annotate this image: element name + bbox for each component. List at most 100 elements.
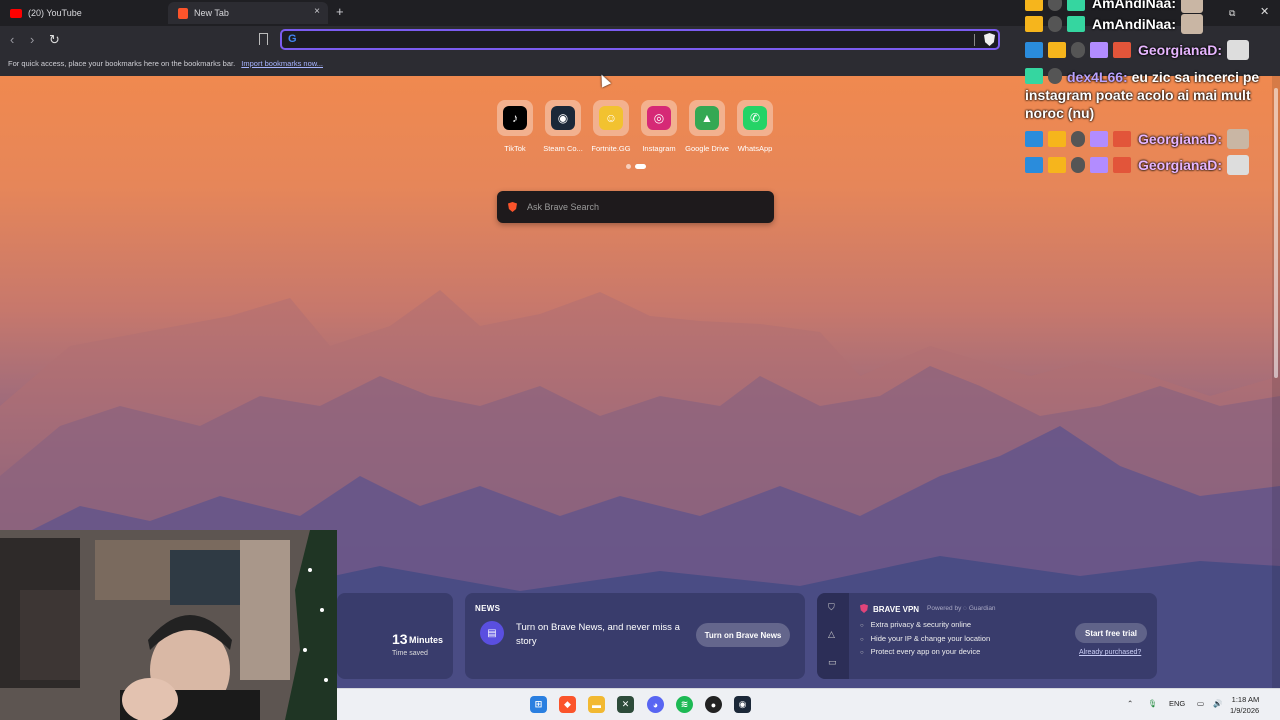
emote-icon [1227, 40, 1250, 60]
url-divider [974, 34, 975, 46]
clock-time: 1:18 AM [1231, 695, 1260, 704]
network-icon[interactable]: ▭ [1197, 699, 1204, 708]
gift-badge-icon [1090, 157, 1108, 173]
steam-icon[interactable]: ◉ [734, 696, 751, 713]
top-site-icon-frame: ◉ [545, 100, 581, 136]
windows-taskbar: ⊞ ◆ ▬ ✕ ◕ ≋ ● ◉ ⌃ 🎙 ENG ▭ 🔊 1:18 AM 1/9/… [337, 688, 1280, 720]
vpn-feature: Extra privacy & security online [860, 620, 990, 634]
youtube-icon [10, 8, 22, 18]
shield-icon[interactable]: ⛉ [828, 602, 835, 613]
emote-icon [1181, 0, 1204, 13]
tab-label: (20) YouTube [28, 8, 82, 18]
crown-badge-icon [1025, 16, 1043, 32]
brave-browser-icon[interactable]: ◆ [559, 696, 576, 713]
user-badge-icon [1071, 157, 1085, 173]
top-site-tile[interactable]: ☺ Fortnite.GG [587, 100, 635, 153]
windows-start-icon[interactable]: ⊞ [530, 696, 547, 713]
tray-chevron-up-icon[interactable]: ⌃ [1127, 699, 1133, 708]
language-indicator[interactable]: ENG [1169, 699, 1185, 708]
chat-row: GeorgianaD: [1025, 128, 1250, 150]
top-site-tile[interactable]: ◉ Steam Co... [539, 100, 587, 153]
top-site-icon-frame: ▲ [689, 100, 725, 136]
chat-row: AmAndiNaa: [1025, 0, 1204, 14]
gift-badge-icon [1090, 42, 1108, 58]
gift-badge-icon [1090, 131, 1108, 147]
sub-badge-icon [1113, 131, 1131, 147]
emote-icon [1181, 14, 1204, 34]
chat-username: AmAndiNaa: [1092, 16, 1177, 32]
vpn-powered-by: Powered by ◌ Guardian [927, 605, 996, 612]
gift-badge-icon [1067, 16, 1085, 32]
brave-shield-icon[interactable] [984, 33, 995, 46]
address-bar[interactable]: G [280, 29, 1000, 50]
sub-badge-icon [1113, 42, 1131, 58]
stream-chat-overlay: AmAndiNaa: AmAndiNaa: GeorgianaD: dex4L6… [1025, 0, 1280, 180]
turn-on-news-button[interactable]: Turn on Brave News [696, 623, 790, 647]
close-tab-icon[interactable]: × [314, 6, 320, 17]
new-tab-button[interactable]: + [336, 4, 344, 19]
news-card: NEWS ▤ Turn on Brave News, and never mis… [465, 593, 805, 679]
gift-badge-icon [1067, 0, 1085, 11]
sub-badge-icon [1025, 68, 1043, 84]
bookmarks-hint: For quick access, place your bookmarks h… [8, 59, 236, 68]
tab-youtube[interactable]: (20) YouTube [0, 2, 165, 24]
top-site-label: Google Drive [685, 144, 729, 153]
whatsapp-icon: ✆ [743, 106, 767, 130]
top-site-label: Fortnite.GG [591, 144, 631, 153]
time-saved-label: Time saved [392, 650, 428, 657]
brave-icon [178, 7, 188, 19]
tab-label: New Tab [194, 8, 229, 18]
reload-icon[interactable]: ↻ [49, 32, 60, 48]
import-bookmarks-link[interactable]: Import bookmarks now... [241, 59, 323, 68]
top-site-label: Instagram [642, 144, 676, 153]
microphone-icon[interactable]: 🎙 [1148, 699, 1158, 708]
top-site-label: WhatsApp [737, 144, 773, 153]
restore-window-icon[interactable]: ⧉ [1229, 8, 1235, 19]
vpn-triangle-icon[interactable]: △ [828, 629, 835, 640]
file-explorer-icon[interactable]: ▬ [588, 696, 605, 713]
user-badge-icon [1048, 68, 1062, 84]
sub-badge-icon [1113, 157, 1131, 173]
obs-icon[interactable]: ● [705, 696, 722, 713]
top-site-tile[interactable]: ▲ Google Drive [683, 100, 731, 153]
discord-icon[interactable]: ◕ [647, 696, 664, 713]
instagram-icon: ◎ [647, 106, 671, 130]
chat-message: dex4L66: eu zic sa incerci pe instagram … [1025, 68, 1275, 122]
top-site-icon-frame: ◎ [641, 100, 677, 136]
tab-new-tab[interactable]: New Tab × [168, 2, 328, 24]
top-site-tile[interactable]: ♪ TikTok [491, 100, 539, 153]
vpn-feature: Protect every app on your device [860, 647, 990, 661]
pager-dot-active[interactable] [635, 164, 646, 169]
widget-sidebar: ⛉ △ ▭ [817, 593, 849, 679]
vpn-card: ⛉ △ ▭ BRAVE VPN Powered by ◌ Guardian Ex… [817, 593, 1157, 679]
start-free-trial-button[interactable]: Start free trial [1075, 623, 1147, 643]
spotify-icon[interactable]: ≋ [676, 696, 693, 713]
top-site-tile[interactable]: ◎ Instagram [635, 100, 683, 153]
tiktok-icon: ♪ [503, 106, 527, 130]
back-icon[interactable]: ‹ [10, 32, 14, 47]
hammer-badge-icon [1025, 157, 1043, 173]
crown-badge-icon [1025, 0, 1043, 11]
chat-username: GeorgianaD: [1138, 42, 1223, 58]
brave-vpn-icon [860, 604, 868, 613]
search-input[interactable] [527, 199, 757, 215]
volume-icon[interactable]: 🔊 [1213, 699, 1222, 708]
forward-icon[interactable]: › [30, 32, 34, 47]
chat-username: AmAndiNaa: [1092, 0, 1177, 11]
clock-date: 1/9/2026 [1230, 706, 1260, 715]
top-sites-pager [626, 164, 646, 169]
time-saved-value: 13 [392, 631, 408, 647]
top-site-tile[interactable]: ✆ WhatsApp [731, 100, 779, 153]
close-window-icon[interactable]: ✕ [1260, 5, 1269, 18]
taskbar-clock[interactable]: 1:18 AM 1/9/2026 [1230, 694, 1259, 716]
terminal-icon[interactable]: ✕ [617, 696, 634, 713]
bookmark-icon[interactable] [259, 33, 268, 45]
brave-lion-icon [508, 202, 517, 212]
top-site-icon-frame: ♪ [497, 100, 533, 136]
brave-search-box[interactable] [497, 191, 774, 223]
top-site-icon-frame: ☺ [593, 100, 629, 136]
pager-dot[interactable] [626, 164, 631, 169]
card-switch-icon[interactable]: ▭ [828, 657, 837, 668]
already-purchased-link[interactable]: Already purchased? [1079, 649, 1141, 656]
vpn-features: Extra privacy & security online Hide you… [860, 620, 991, 661]
